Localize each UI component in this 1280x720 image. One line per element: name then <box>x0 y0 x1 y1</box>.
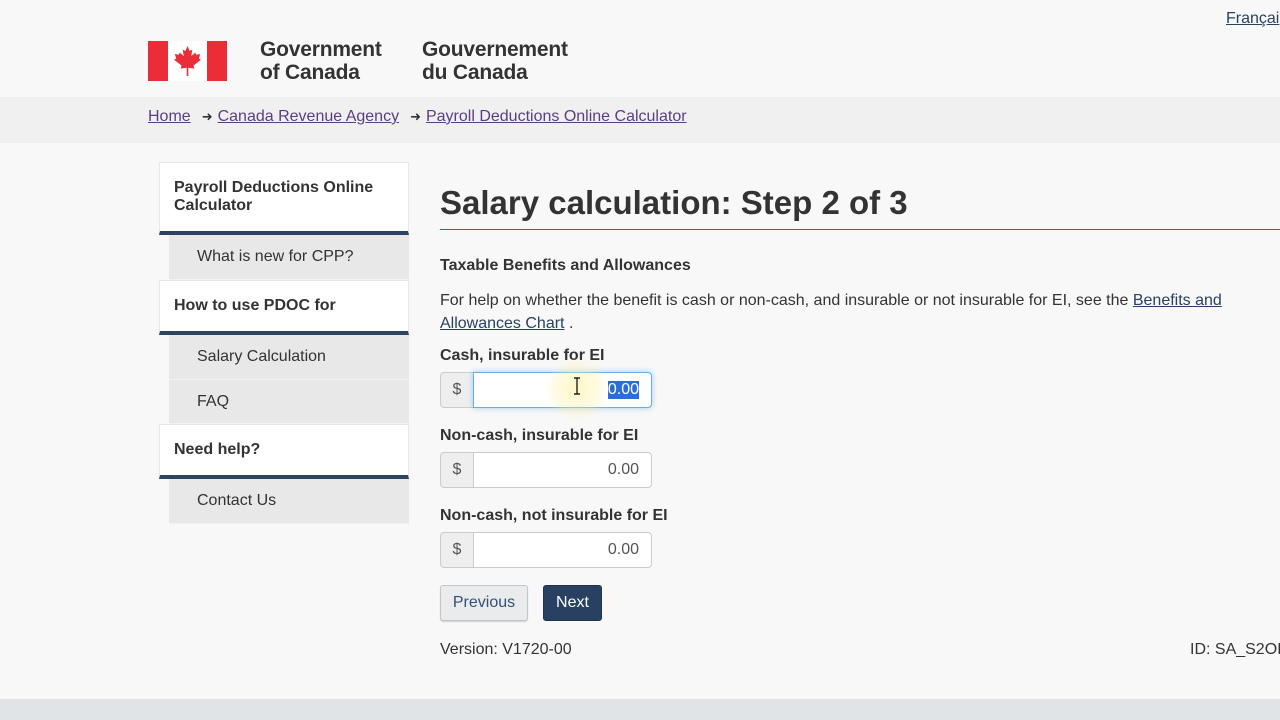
noncash-not-insurable-label: Non-cash, not insurable for EI <box>440 507 668 524</box>
sidebar-heading-label: Need help? <box>174 441 261 458</box>
cash-insurable-group: $ <box>440 372 652 408</box>
breadcrumb: Home ➜ Canada Revenue Agency ➜ Payroll Deduc… <box>148 108 687 126</box>
sidebar-heading-how-to-use[interactable]: How to use PDOC for <box>159 280 409 335</box>
sidebar-item-label: Salary Calculation <box>197 348 326 365</box>
noncash-insurable-label: Non-cash, insurable for EI <box>440 427 639 444</box>
dollar-prefix: $ <box>440 372 474 408</box>
help-text: For help on whether the benefit is cash … <box>440 292 1129 309</box>
next-button[interactable]: Next <box>543 585 602 621</box>
sidebar-heading-label: How to use PDOC for <box>174 297 336 314</box>
sidebar-item-contact-us[interactable]: Contact Us <box>169 479 409 524</box>
sidebar-item-label: FAQ <box>197 392 230 410</box>
cash-insurable-label: Cash, insurable for EI <box>440 347 605 364</box>
breadcrumb-arrow-icon: ➜ <box>410 109 421 124</box>
noncash-not-insurable-group: $ <box>440 532 652 568</box>
help-suffix: . <box>568 315 574 332</box>
government-wordmark-en: Government of Canada <box>260 38 382 84</box>
page-title: Salary calculation: Step 2 of 3 <box>440 184 908 221</box>
dollar-prefix: $ <box>440 452 474 488</box>
page-id-label: ID: SA_S2OI <box>1190 641 1280 658</box>
noncash-insurable-input[interactable] <box>473 452 652 488</box>
sidebar-heading-pdoc[interactable]: Payroll Deductions Online Calculator <box>159 162 409 235</box>
sidebar-item-salary-calculation[interactable]: Salary Calculation <box>169 335 409 380</box>
title-divider <box>440 229 1280 230</box>
dollar-prefix: $ <box>440 532 474 568</box>
breadcrumb-home-link[interactable]: Home <box>148 108 191 125</box>
noncash-not-insurable-input[interactable] <box>473 532 652 568</box>
sidebar-item-faq[interactable]: FAQ <box>169 380 409 424</box>
section-heading: Taxable Benefits and Allowances <box>440 257 691 274</box>
breadcrumb-pdoc-link[interactable]: Payroll Deductions Online Calculator <box>426 108 687 125</box>
government-wordmark-fr: Gouvernement du Canada <box>422 38 568 84</box>
footer-bar <box>0 699 1280 720</box>
wordmark-en-line2: of Canada <box>260 61 360 84</box>
breadcrumb-arrow-icon: ➜ <box>201 109 213 124</box>
canada-flag-icon <box>148 41 227 81</box>
noncash-insurable-group: $ <box>440 452 652 488</box>
previous-button[interactable]: Previous <box>440 585 528 621</box>
sidebar-heading-need-help[interactable]: Need help? <box>159 424 409 479</box>
cash-insurable-input[interactable] <box>473 372 652 408</box>
wordmark-en-line1: Government <box>260 38 382 61</box>
language-toggle-link[interactable]: Françai <box>1226 10 1279 28</box>
sidebar-item-label: Contact Us <box>197 492 277 509</box>
sidebar-heading-label: Payroll Deductions Online Calculator <box>174 179 374 214</box>
sidebar-item-label: What is new for CPP? <box>197 248 354 265</box>
wordmark-fr-line1: Gouvernement <box>422 38 568 61</box>
help-paragraph: For help on whether the benefit is cash … <box>440 289 1240 335</box>
wordmark-fr-line2: du Canada <box>422 61 528 84</box>
breadcrumb-cra-link[interactable]: Canada Revenue Agency <box>218 108 399 125</box>
sidebar-item-whats-new-cpp[interactable]: What is new for CPP? <box>169 235 409 280</box>
version-label: Version: V1720-00 <box>440 641 572 658</box>
